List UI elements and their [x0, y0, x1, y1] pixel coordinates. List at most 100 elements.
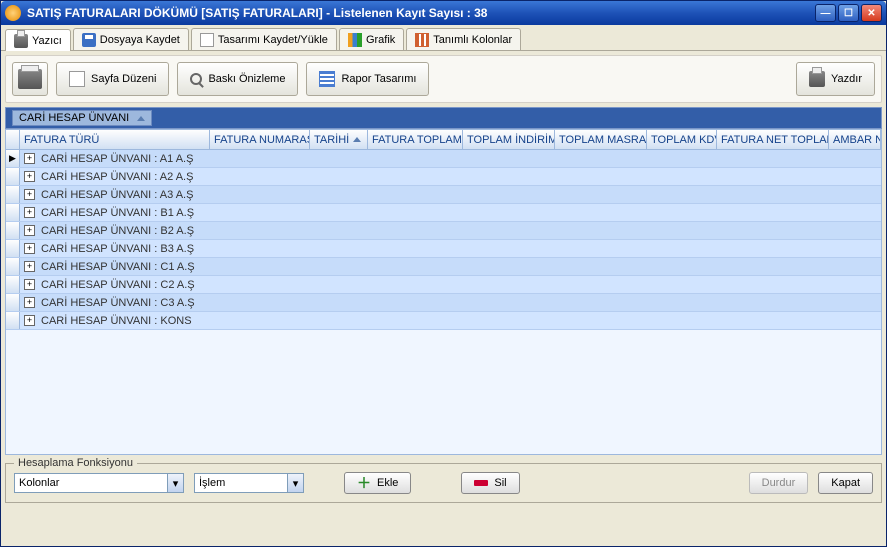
app-window: SATIŞ FATURALARI DÖKÜMÜ [SATIŞ FATURALAR… — [0, 0, 887, 547]
group-row[interactable]: ▶+CARİ HESAP ÜNVANI : A1 A.Ş — [6, 150, 881, 168]
sil-button[interactable]: Sil — [461, 472, 519, 494]
expand-icon[interactable]: + — [24, 261, 35, 272]
group-label: CARİ HESAP ÜNVANI : C3 A.Ş — [41, 297, 195, 309]
tab-label: Tanımlı Kolonlar — [433, 34, 512, 46]
expand-icon[interactable]: + — [24, 315, 35, 326]
ekle-button[interactable]: ＋ Ekle — [344, 472, 411, 494]
row-indicator — [6, 222, 20, 239]
print-button[interactable] — [12, 62, 48, 96]
page-icon — [69, 71, 85, 87]
window-buttons: — ☐ ✕ — [815, 4, 882, 22]
column-header[interactable]: FATURA TOPLAMI — [368, 130, 463, 149]
column-header[interactable]: FATURA NET TOPLAMI — [717, 130, 829, 149]
fieldset-label: Hesaplama Fonksiyonu — [14, 457, 137, 469]
group-label: CARİ HESAP ÜNVANI : B1 A.Ş — [41, 207, 194, 219]
row-indicator — [6, 240, 20, 257]
islem-combo[interactable]: İşlem ▾ — [194, 473, 304, 493]
button-label: Baskı Önizleme — [208, 73, 285, 85]
grouping-chip[interactable]: CARİ HESAP ÜNVANI — [12, 110, 152, 126]
tab-tasarimi[interactable]: Tasarımı Kaydet/Yükle — [191, 28, 337, 50]
button-label: Sil — [494, 477, 506, 489]
tab-label: Dosyaya Kaydet — [100, 34, 180, 46]
column-header[interactable]: TARİHİ — [310, 130, 368, 149]
group-row[interactable]: + CARİ HESAP ÜNVANI : B3 A.Ş — [6, 240, 881, 258]
footer-panel: Hesaplama Fonksiyonu Kolonlar ▾ İşlem ▾ … — [5, 463, 882, 503]
chevron-down-icon[interactable]: ▾ — [167, 474, 183, 492]
chevron-down-icon[interactable]: ▾ — [287, 474, 303, 492]
column-header[interactable]: FATURA NUMARASI — [210, 130, 310, 149]
group-row[interactable]: + CARİ HESAP ÜNVANI : C1 A.Ş — [6, 258, 881, 276]
minimize-button[interactable]: — — [815, 4, 836, 22]
expand-icon[interactable]: + — [24, 153, 35, 164]
tab-bar: Yazıcı Dosyaya Kaydet Tasarımı Kaydet/Yü… — [1, 25, 886, 51]
expand-icon[interactable]: + — [24, 243, 35, 254]
group-row[interactable]: +CARİ HESAP ÜNVANI : A2 A.Ş — [6, 168, 881, 186]
column-header[interactable]: AMBAR NO — [829, 130, 881, 149]
sort-arrow-icon — [353, 137, 361, 142]
tab-tanimli[interactable]: Tanımlı Kolonlar — [406, 28, 521, 50]
close-button[interactable]: ✕ — [861, 4, 882, 22]
toolbar: Sayfa Düzeni Baskı Önizleme Rapor Tasarı… — [5, 55, 882, 103]
group-label: CARİ HESAP ÜNVANI : KONS — [41, 315, 192, 327]
group-row[interactable]: + CARİ HESAP ÜNVANI : KONS — [6, 312, 881, 330]
column-header[interactable]: FATURA TÜRÜ — [20, 130, 210, 149]
grid-body[interactable]: ▶+CARİ HESAP ÜNVANI : A1 A.Ş+CARİ HESAP … — [6, 150, 881, 454]
rapor-tasarimi-button[interactable]: Rapor Tasarımı — [306, 62, 429, 96]
group-label: CARİ HESAP ÜNVANI : C2 A.Ş — [41, 279, 195, 291]
expand-icon[interactable]: + — [24, 225, 35, 236]
save-icon — [82, 33, 96, 47]
group-row[interactable]: + CARİ HESAP ÜNVANI : C2 A.Ş — [6, 276, 881, 294]
window-title: SATIŞ FATURALARI DÖKÜMÜ [SATIŞ FATURALAR… — [27, 6, 815, 20]
current-row-icon: ▶ — [9, 153, 16, 164]
expand-icon[interactable]: + — [24, 279, 35, 290]
group-row[interactable]: + CARİ HESAP ÜNVANI : B1 A.Ş — [6, 204, 881, 222]
group-row[interactable]: + CARİ HESAP ÜNVANI : A3 A.Ş — [6, 186, 881, 204]
expand-icon[interactable]: + — [24, 171, 35, 182]
combo-value: Kolonlar — [15, 477, 167, 489]
expand-icon[interactable]: + — [24, 207, 35, 218]
tab-dosyaya-kaydet[interactable]: Dosyaya Kaydet — [73, 28, 189, 50]
row-indicator — [6, 276, 20, 293]
group-label: CARİ HESAP ÜNVANI : B3 A.Ş — [41, 243, 194, 255]
tab-yazici[interactable]: Yazıcı — [5, 29, 71, 51]
group-row[interactable]: + CARİ HESAP ÜNVANI : C3 A.Ş — [6, 294, 881, 312]
row-indicator — [6, 204, 20, 221]
grouping-bar: CARİ HESAP ÜNVANI — [5, 107, 882, 129]
data-grid: FATURA TÜRÜ FATURA NUMARASI TARİHİ FATUR… — [5, 129, 882, 455]
expand-icon[interactable]: + — [24, 297, 35, 308]
sort-arrow-icon — [137, 116, 145, 121]
maximize-button[interactable]: ☐ — [838, 4, 859, 22]
column-header[interactable]: TOPLAM MASRAF — [555, 130, 647, 149]
button-label: Durdur — [762, 477, 796, 489]
yazdir-button[interactable]: Yazdır — [796, 62, 875, 96]
group-row[interactable]: + CARİ HESAP ÜNVANI : B2 A.Ş — [6, 222, 881, 240]
group-label: CARİ HESAP ÜNVANI : B2 A.Ş — [41, 225, 194, 237]
column-header[interactable]: TOPLAM İNDİRİM — [463, 130, 555, 149]
button-label: Yazdır — [831, 73, 862, 85]
plus-icon: ＋ — [357, 473, 371, 493]
titlebar: SATIŞ FATURALARI DÖKÜMÜ [SATIŞ FATURALAR… — [1, 1, 886, 25]
sayfa-duzeni-button[interactable]: Sayfa Düzeni — [56, 62, 169, 96]
kapat-button[interactable]: Kapat — [818, 472, 873, 494]
chart-icon — [348, 33, 362, 47]
tab-label: Yazıcı — [32, 35, 62, 47]
minus-icon — [474, 480, 488, 486]
row-indicator — [6, 258, 20, 275]
row-indicator — [6, 312, 20, 329]
durdur-button[interactable]: Durdur — [749, 472, 809, 494]
app-icon — [5, 5, 21, 21]
baski-onizleme-button[interactable]: Baskı Önizleme — [177, 62, 298, 96]
kolonlar-combo[interactable]: Kolonlar ▾ — [14, 473, 184, 493]
group-label: CARİ HESAP ÜNVANI : C1 A.Ş — [41, 261, 195, 273]
expand-icon[interactable]: + — [24, 189, 35, 200]
column-header[interactable]: TOPLAM KDV — [647, 130, 717, 149]
tab-grafik[interactable]: Grafik — [339, 28, 404, 50]
button-label: Kapat — [831, 477, 860, 489]
combo-value: İşlem — [195, 477, 287, 489]
row-indicator — [6, 186, 20, 203]
button-label: Sayfa Düzeni — [91, 73, 156, 85]
group-label: CARİ HESAP ÜNVANI : A3 A.Ş — [41, 189, 193, 201]
grid-header: FATURA TÜRÜ FATURA NUMARASI TARİHİ FATUR… — [6, 130, 881, 150]
row-indicator-header — [6, 130, 20, 149]
magnifier-icon — [190, 73, 202, 85]
